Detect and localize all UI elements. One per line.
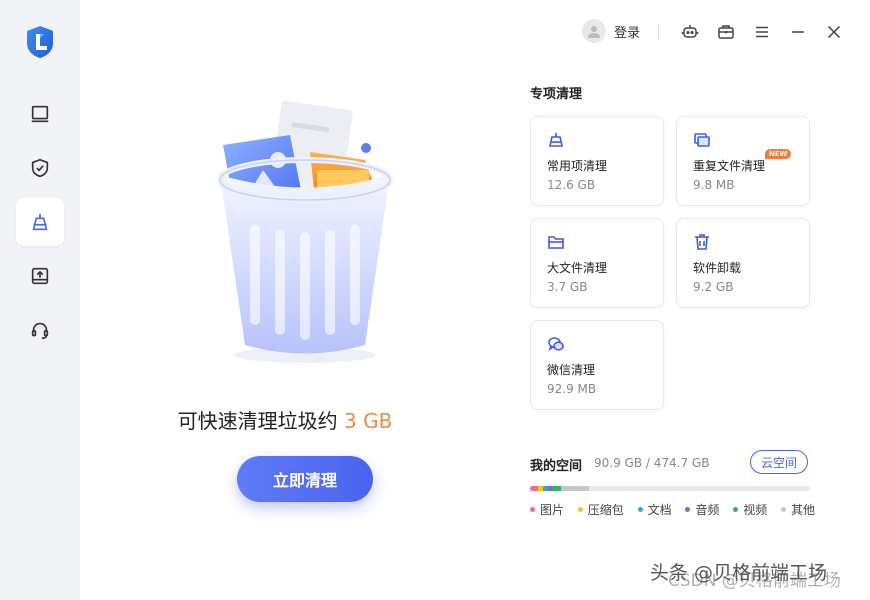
junk-amount: 3 GB xyxy=(344,409,393,433)
legend-item: 文档 xyxy=(637,501,672,518)
close-button[interactable] xyxy=(824,22,844,42)
card-name: 常用项清理 xyxy=(547,159,608,173)
storage-title: 我的空间 xyxy=(530,459,583,474)
close-icon xyxy=(827,25,841,39)
toolbox-icon xyxy=(718,25,734,39)
login-label: 登录 xyxy=(614,25,641,41)
legend-label: 文档 xyxy=(647,503,672,517)
legend-dot xyxy=(685,507,691,512)
legend-item: 其他 xyxy=(780,501,815,518)
card-common-clean[interactable]: 常用项清理 12.6 GB xyxy=(530,116,664,206)
minimize-button[interactable] xyxy=(788,22,808,42)
minimize-icon xyxy=(792,31,804,33)
card-size: 12.6 GB xyxy=(547,178,596,192)
storage-usage-bar xyxy=(530,486,810,491)
card-duplicate-clean[interactable]: 重复文件清理 NEW 9.8 MB xyxy=(676,116,810,206)
nav-item-clean[interactable] xyxy=(16,198,64,246)
legend-dot xyxy=(530,507,535,512)
card-size: 9.8 MB xyxy=(693,178,735,192)
legend-item: 视频 xyxy=(733,501,767,518)
legend-label: 音频 xyxy=(695,503,720,517)
drive-upload-icon xyxy=(31,267,49,285)
hero-title: 可快速清理垃圾约 3 GB xyxy=(80,405,490,434)
legend-item: 压缩包 xyxy=(577,501,624,518)
hero-title-prefix: 可快速清理垃圾约 xyxy=(177,409,338,433)
storage-segment xyxy=(560,486,589,491)
user-icon xyxy=(588,26,600,38)
cloud-space-button[interactable]: 云空间 xyxy=(750,450,808,474)
login-button[interactable]: 登录 xyxy=(582,19,640,43)
card-size: 92.9 MB xyxy=(547,382,597,396)
card-size: 9.2 GB xyxy=(693,280,734,294)
nav-item-security[interactable] xyxy=(16,144,64,192)
legend-dot xyxy=(780,507,786,512)
legend-dot xyxy=(637,507,643,512)
new-badge: NEW xyxy=(765,149,792,159)
card-wechat-clean[interactable]: 微信清理 92.9 MB xyxy=(530,320,664,410)
headset-icon xyxy=(31,322,49,340)
legend-item: 音频 xyxy=(685,501,719,518)
storage-segment xyxy=(552,486,561,491)
legend-item: 图片 xyxy=(530,501,564,518)
card-name: 软件卸载 xyxy=(693,261,742,275)
robot-icon xyxy=(681,25,699,38)
menu-icon xyxy=(756,26,768,38)
nav-item-device[interactable] xyxy=(16,90,64,138)
storage-segment xyxy=(530,486,539,491)
card-name: 大文件清理 xyxy=(547,261,608,275)
folder-icon xyxy=(548,236,564,249)
card-uninstall[interactable]: 软件卸载 9.2 GB xyxy=(676,218,810,308)
toolbox-button[interactable] xyxy=(716,22,736,42)
wechat-icon xyxy=(548,337,564,351)
legend-dot xyxy=(733,507,739,512)
special-clean-title: 专项清理 xyxy=(530,87,583,102)
legend-label: 压缩包 xyxy=(587,503,624,517)
duplicate-files-icon xyxy=(694,133,710,147)
legend-dot xyxy=(577,507,583,512)
broom-clean-icon xyxy=(32,213,48,231)
menu-button[interactable] xyxy=(752,22,772,42)
card-large-file-clean[interactable]: 大文件清理 3.7 GB xyxy=(530,218,664,308)
legend-label: 视频 xyxy=(743,503,768,517)
nav-item-support[interactable] xyxy=(16,306,64,354)
storage-legend: 图片 压缩包 文档 音频 视频 其他 xyxy=(530,501,815,518)
legend-label: 图片 xyxy=(540,503,565,517)
broom-icon xyxy=(549,133,563,147)
trash-bin-illustration xyxy=(217,100,393,363)
storage-usage: 90.9 GB / 474.7 GB xyxy=(594,456,710,470)
sidebar xyxy=(0,0,80,600)
app-logo[interactable] xyxy=(22,24,58,60)
watermark: 头条 @贝格前端工场 xyxy=(650,562,828,584)
trash-icon xyxy=(695,234,709,250)
avatar xyxy=(582,19,606,43)
title-bar: 登录 xyxy=(80,0,870,64)
card-name: 重复文件清理 xyxy=(693,159,766,173)
clean-now-button[interactable]: 立即清理 xyxy=(237,456,373,502)
card-size: 3.7 GB xyxy=(547,280,588,294)
legend-label: 其他 xyxy=(790,503,815,517)
nav-item-drive[interactable] xyxy=(16,252,64,300)
card-name: 微信清理 xyxy=(547,363,596,377)
robot-button[interactable] xyxy=(680,22,700,42)
shield-check-icon xyxy=(31,158,49,178)
divider xyxy=(658,24,659,40)
monitor-icon xyxy=(31,105,49,123)
